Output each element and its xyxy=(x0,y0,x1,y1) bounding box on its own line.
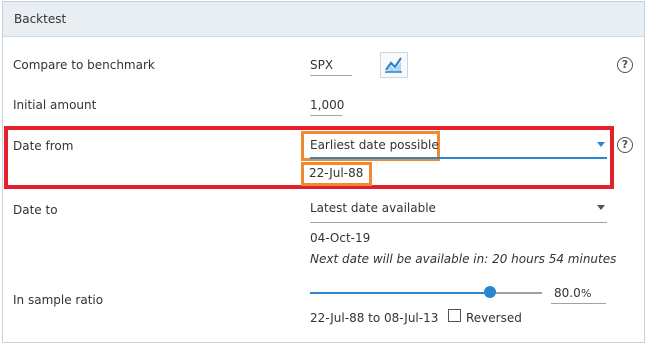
panel-title: Backtest xyxy=(14,12,67,26)
in-sample-slider-thumb[interactable] xyxy=(484,286,496,298)
date-to-select-underline xyxy=(310,222,607,223)
date-from-date: 22-Jul-88 xyxy=(309,166,364,180)
initial-amount-input[interactable]: 1,000 xyxy=(310,97,345,116)
date-from-select[interactable]: Earliest date possible xyxy=(310,138,439,152)
in-sample-slider-rest xyxy=(490,292,542,294)
in-sample-ratio-input[interactable]: 80.0 % xyxy=(551,285,606,304)
in-sample-ratio-value: 80.0 xyxy=(554,286,581,300)
chevron-down-icon[interactable] xyxy=(597,142,605,147)
benchmark-value: SPX xyxy=(310,58,334,72)
in-sample-range: 22-Jul-88 to 08-Jul-13 xyxy=(310,311,439,325)
next-date-note: Next date will be available in: 20 hours… xyxy=(310,252,617,266)
date-from-label: Date from xyxy=(13,139,74,153)
benchmark-chart-button[interactable] xyxy=(380,52,408,78)
in-sample-label: In sample ratio xyxy=(13,293,104,307)
in-sample-ratio-unit: % xyxy=(581,287,592,300)
reversed-checkbox[interactable] xyxy=(448,309,461,322)
initial-amount-value: 1,000 xyxy=(310,98,345,112)
benchmark-label: Compare to benchmark xyxy=(13,58,155,72)
date-to-select[interactable]: Latest date available xyxy=(310,201,436,215)
chevron-down-icon[interactable] xyxy=(597,205,605,210)
date-from-help-icon[interactable]: ? xyxy=(617,137,633,153)
date-to-date: 04-Oct-19 xyxy=(310,231,371,245)
date-from-select-underline xyxy=(310,157,607,159)
panel-header: Backtest xyxy=(3,2,644,37)
date-to-label: Date to xyxy=(13,203,58,217)
benchmark-input[interactable]: SPX xyxy=(310,57,352,76)
initial-amount-label: Initial amount xyxy=(13,98,97,112)
benchmark-help-icon[interactable]: ? xyxy=(617,57,633,73)
reversed-label[interactable]: Reversed xyxy=(466,311,522,325)
line-chart-icon xyxy=(385,57,402,73)
